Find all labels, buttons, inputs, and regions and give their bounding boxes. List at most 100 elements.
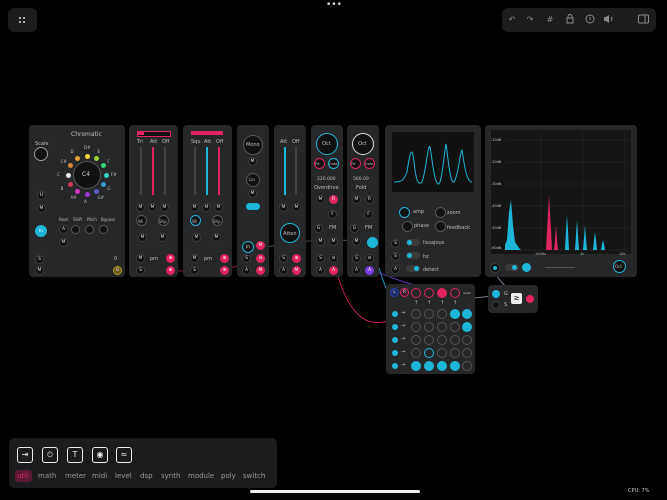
note-dot-1[interactable] <box>94 156 99 162</box>
note-dot-10[interactable] <box>68 163 74 168</box>
pad-cell[interactable] <box>411 335 421 345</box>
category-switch[interactable]: switch <box>243 472 265 480</box>
lfo-2-out-b[interactable]: ⊕ <box>220 266 229 275</box>
pad-side-cell[interactable] <box>462 335 472 345</box>
lfo-1-out-a[interactable]: ⊕ <box>166 254 175 263</box>
pad-cell[interactable] <box>450 309 460 319</box>
note-dot-8[interactable] <box>68 182 74 187</box>
lfo-2-m1[interactable]: M <box>190 203 199 212</box>
osc-1-gplus[interactable]: G <box>314 224 323 233</box>
palette-input-icon[interactable]: ⇥ <box>17 447 33 463</box>
output-out[interactable] <box>526 295 534 303</box>
osc-1-m[interactable]: M <box>316 195 325 204</box>
lfo-2-slider-b[interactable] <box>206 147 208 195</box>
lfo-2-slider-a[interactable] <box>194 147 196 195</box>
osc-2-m2[interactable]: M <box>352 237 361 246</box>
note-wheel[interactable]: C4 D# E F F# G G# A A# B C C# D <box>57 145 117 205</box>
scope-s[interactable]: S <box>391 239 400 248</box>
pad-cell[interactable] <box>424 361 434 371</box>
osc-1-f[interactable]: F <box>328 210 337 219</box>
scale-knob[interactable] <box>34 147 48 161</box>
lfo-1-m4[interactable]: M <box>138 233 147 242</box>
osc-1-r[interactable]: R <box>329 195 338 204</box>
category-midi[interactable]: midi <box>92 472 107 480</box>
pad-row-port-2[interactable] <box>392 337 398 343</box>
atten-out-a[interactable]: ⊕ <box>292 254 301 263</box>
root-knob[interactable] <box>71 225 80 234</box>
lfo-2-m5[interactable]: M <box>212 233 221 242</box>
lfo-1-slider-b[interactable] <box>152 147 154 195</box>
scale-s-port[interactable]: S <box>35 255 44 264</box>
mono-m2[interactable]: M <box>248 189 257 198</box>
pad-cell[interactable] <box>450 348 460 358</box>
pad-cell[interactable] <box>437 335 447 345</box>
lfo-2-slider-c[interactable] <box>218 147 220 195</box>
pad-cell[interactable] <box>437 361 447 371</box>
atten-a[interactable]: A <box>279 266 288 275</box>
spectrum-smoothing-slider[interactable] <box>545 267 575 268</box>
palette-text-icon[interactable]: T <box>67 447 83 463</box>
lfo-1-m2[interactable]: M <box>148 203 157 212</box>
lfo-1-out-b[interactable]: ⊕ <box>166 266 175 275</box>
mono-m-out[interactable]: M <box>256 266 265 275</box>
pad-row-port-4[interactable] <box>392 363 398 369</box>
osc-2-m[interactable]: M <box>352 195 361 204</box>
zoom-knob[interactable] <box>435 207 446 218</box>
atten-m2[interactable]: M <box>292 203 301 212</box>
pad-cell[interactable] <box>424 322 434 332</box>
lfo-2-m2[interactable]: M <box>202 203 211 212</box>
pad-l-port[interactable]: L <box>390 288 399 297</box>
lfo-1-m5[interactable]: M <box>158 233 167 242</box>
osc-2-o[interactable]: ⊖ <box>365 254 374 263</box>
atten-slider-b[interactable] <box>295 147 297 195</box>
pad-side-cell[interactable] <box>462 322 472 332</box>
mono-toggle[interactable] <box>246 203 260 210</box>
osc-1-s[interactable]: S <box>316 254 325 263</box>
lfo-2-m6[interactable]: M <box>190 254 199 263</box>
pad-r-port[interactable]: R <box>400 288 409 297</box>
scale-m-port-3[interactable]: M <box>35 266 44 275</box>
note-dot-4[interactable] <box>100 182 106 187</box>
spectrum-color-knob[interactable] <box>522 263 531 272</box>
note-dot-6[interactable] <box>84 191 90 197</box>
pad-top-3[interactable] <box>437 288 447 298</box>
scale-m-port-2[interactable]: M <box>59 238 68 247</box>
osc-1-out[interactable]: A <box>329 266 338 275</box>
note-dot-7[interactable] <box>75 188 80 194</box>
pad-cell[interactable] <box>424 309 434 319</box>
pad-cell[interactable] <box>450 335 460 345</box>
osc-2-r[interactable]: R <box>365 195 374 204</box>
note-dot-5[interactable] <box>94 188 99 194</box>
scope-in[interactable]: S <box>391 252 400 261</box>
osc-2-gplus[interactable]: G <box>350 224 359 233</box>
mono-s[interactable]: S <box>242 254 251 263</box>
pad-cell[interactable] <box>411 322 421 332</box>
output-in-a[interactable] <box>492 290 500 298</box>
output-in-b[interactable] <box>492 301 500 309</box>
scope-a[interactable]: A <box>391 265 400 274</box>
pad-row-port-0[interactable] <box>392 311 398 317</box>
osc-2-cv[interactable] <box>367 237 378 248</box>
category-util[interactable]: util <box>17 472 28 480</box>
mono-gate[interactable]: ⊖ <box>256 254 265 263</box>
feedback-knob[interactable] <box>435 221 446 232</box>
palette-scope-icon[interactable]: ≈ <box>116 447 132 463</box>
pad-side-cell[interactable] <box>462 309 472 319</box>
osc-1-m3[interactable]: M <box>329 237 338 246</box>
atten-m-out[interactable]: M <box>292 266 301 275</box>
category-dsp[interactable]: dsp <box>140 472 153 480</box>
category-level[interactable]: level <box>115 472 132 480</box>
pad-side-cell[interactable] <box>462 361 472 371</box>
osc-2-a[interactable]: A <box>352 266 361 275</box>
pad-top-1[interactable] <box>411 288 421 298</box>
lfo-1-m1[interactable]: M <box>136 203 145 212</box>
category-meter[interactable]: meter <box>65 472 86 480</box>
category-poly[interactable]: poly <box>221 472 236 480</box>
amp-knob[interactable] <box>399 207 410 218</box>
pad-cell[interactable] <box>450 322 460 332</box>
atten-s[interactable]: S <box>279 254 288 263</box>
pad-cell[interactable] <box>411 309 421 319</box>
scale-cv-in[interactable]: H <box>37 191 46 200</box>
scale-m-in[interactable]: M <box>37 204 46 213</box>
osc-2-out[interactable]: A <box>365 266 374 275</box>
